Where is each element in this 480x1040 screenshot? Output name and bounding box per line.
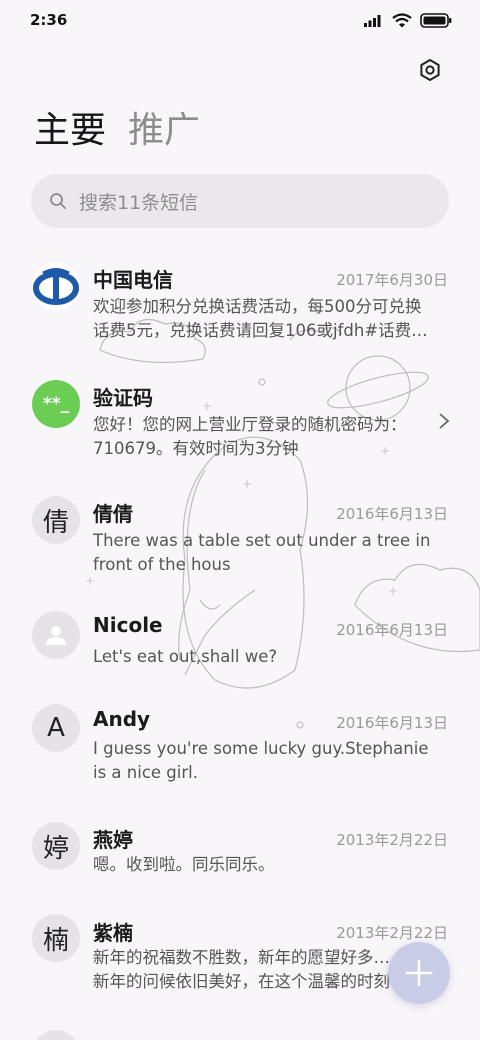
status-bar: 2:36 xyxy=(0,0,480,40)
message-preview-line1: 嗯。收到啦。同乐同乐。 xyxy=(93,855,275,874)
settings-button[interactable] xyxy=(414,55,446,85)
conversation-item-andy[interactable]: A Andy 2016年6月13日 I guess you're some lu… xyxy=(0,702,480,812)
search-icon xyxy=(50,193,66,209)
avatar-text: 倩 xyxy=(42,507,69,538)
message-date: 2017年6月30日 xyxy=(336,271,448,289)
message-preview-line2: 话费5元，兑换话费请回复106或jfdh#话费… xyxy=(93,321,428,340)
message-preview-line2: is a nice girl. xyxy=(93,763,198,782)
tab-promotions[interactable]: 推广 xyxy=(128,108,200,154)
chevron-right-icon[interactable] xyxy=(438,412,450,430)
message-preview-line1: 新年的祝福数不胜数，新年的愿望好多好多， xyxy=(93,948,393,967)
contact-name: Andy xyxy=(93,707,151,731)
avatar: 婷 xyxy=(32,822,80,870)
tab-primary[interactable]: 主要 xyxy=(34,108,106,154)
plus-icon xyxy=(405,959,433,987)
status-icons xyxy=(364,12,452,28)
message-preview: 嗯。收到啦。同乐同乐。 xyxy=(93,853,449,877)
contact-name: Nicole xyxy=(93,613,163,637)
status-time: 2:36 xyxy=(30,11,68,29)
avatar-text: **_ xyxy=(42,394,70,414)
avatar: 楠 xyxy=(32,914,80,962)
search-input[interactable]: 搜索11条短信 xyxy=(31,174,449,228)
avatar: **_ xyxy=(32,380,80,428)
message-date: 2013年2月22日 xyxy=(336,924,448,942)
message-preview: 欢迎参加积分兑换话费活动，每500分可兑换 话费5元，兑换话费请回复106或jf… xyxy=(93,295,449,343)
avatar-text: 婷 xyxy=(42,833,69,864)
avatar: A xyxy=(32,704,80,752)
conversation-item-yanting[interactable]: 婷 燕婷 2013年2月22日 嗯。收到啦。同乐同乐。 xyxy=(0,820,480,910)
message-preview: There was a table set out under a tree i… xyxy=(93,529,449,577)
contact-name: 验证码 xyxy=(93,386,153,410)
tab-bar: 主要 推广 xyxy=(34,108,200,154)
contact-name: 中国电信 xyxy=(93,268,173,292)
contact-name: 燕婷 xyxy=(93,828,133,852)
wifi-icon xyxy=(392,12,412,27)
message-preview: 您好！您的网上营业厅登录的随机密码为： 710679。有效时间为3分钟 xyxy=(93,413,449,461)
message-preview-line2: 新年的问候依旧美好，在这个温馨的时刻 xyxy=(93,972,390,991)
message-preview: Let's eat out,shall we? xyxy=(93,645,449,669)
message-preview-line2: front of the hous xyxy=(93,555,231,574)
message-preview-line1: I guess you're some lucky guy.Stephanie xyxy=(93,739,429,758)
message-preview: 新年的祝福数不胜数，新年的愿望好多好多， 新年的问候依旧美好，在这个温馨的时刻 xyxy=(93,946,393,994)
settings-icon xyxy=(420,59,440,81)
avatar xyxy=(32,611,80,659)
china-telecom-icon xyxy=(33,268,79,305)
message-preview-line2: 710679。有效时间为3分钟 xyxy=(93,439,299,458)
conversation-item-qianqian[interactable]: 倩 倩倩 2016年6月13日 There was a table set ou… xyxy=(0,484,480,594)
message-date: 2016年6月13日 xyxy=(336,505,448,523)
avatar: 倩 xyxy=(32,496,80,544)
contact-name: 紫楠 xyxy=(93,921,133,945)
message-preview-line1: 您好！您的网上营业厅登录的随机密码为： xyxy=(93,415,407,434)
china-telecom-logo xyxy=(32,262,80,310)
signal-icon xyxy=(364,15,381,27)
message-preview-line1: There was a table set out under a tree i… xyxy=(93,531,431,550)
battery-icon xyxy=(420,12,452,28)
conversation-item-ziling[interactable] xyxy=(0,1028,480,1040)
conversation-item-verification-code[interactable]: **_ 验证码 您好！您的网上营业厅登录的随机密码为： 710679。有效时间为… xyxy=(0,368,480,478)
message-preview-line1: Let's eat out,shall we? xyxy=(93,647,278,666)
new-message-button[interactable] xyxy=(388,942,450,1004)
conversation-item-china-telecom[interactable]: 中国电信 2017年6月30日 欢迎参加积分兑换话费活动，每500分可兑换 话费… xyxy=(0,250,480,360)
conversation-item-nicole[interactable]: Nicole 2016年6月13日 Let's eat out,shall we… xyxy=(0,601,480,691)
contact-name: 倩倩 xyxy=(93,502,133,526)
search-placeholder: 搜索11条短信 xyxy=(79,191,199,214)
message-date: 2016年6月13日 xyxy=(336,621,448,639)
message-date: 2016年6月13日 xyxy=(336,714,448,732)
avatar xyxy=(32,1030,80,1040)
message-date: 2013年2月22日 xyxy=(336,831,448,849)
message-preview: I guess you're some lucky guy.Stephanie … xyxy=(93,737,449,785)
avatar-text: A xyxy=(47,713,65,743)
avatar-text: 楠 xyxy=(42,925,69,956)
person-icon xyxy=(46,626,66,645)
message-preview-line1: 欢迎参加积分兑换话费活动，每500分可兑换 xyxy=(93,297,422,316)
